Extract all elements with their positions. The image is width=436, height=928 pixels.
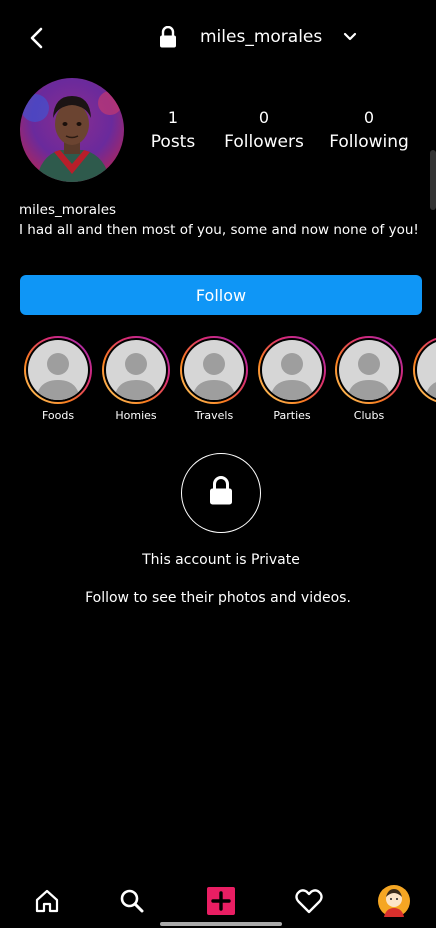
private-account-title: This account is Private — [142, 552, 300, 568]
highlight-homies[interactable]: Homies — [102, 336, 170, 422]
chevron-down-icon[interactable] — [342, 29, 358, 45]
following-label: Following — [329, 132, 409, 152]
highlight-label: Homies — [115, 409, 157, 422]
profile-header: miles_morales — [0, 18, 436, 58]
story-highlights: Foods Homies Travels Parties Clubs — [24, 336, 436, 426]
highlight-ring — [24, 336, 92, 404]
highlight-travels[interactable]: Travels — [180, 336, 248, 422]
followers-stat[interactable]: 0 Followers — [222, 108, 306, 154]
default-avatar-icon — [106, 340, 166, 400]
followers-label: Followers — [224, 132, 304, 152]
highlight-foods[interactable]: Foods — [24, 336, 92, 422]
default-avatar-icon — [28, 340, 88, 400]
highlight-label: Foods — [41, 409, 75, 422]
heart-icon[interactable] — [294, 886, 324, 916]
back-arrow-icon[interactable] — [22, 24, 50, 52]
follow-button[interactable]: Follow — [20, 275, 422, 315]
highlight-partial[interactable] — [413, 336, 436, 404]
posts-count: 1 — [167, 108, 179, 127]
highlight-ring — [413, 336, 436, 404]
posts-stat[interactable]: 1 Posts — [146, 108, 200, 154]
highlight-ring — [180, 336, 248, 404]
add-post-icon[interactable] — [206, 886, 236, 916]
private-lock-circle — [181, 453, 261, 533]
lock-icon — [158, 25, 178, 48]
highlight-clubs[interactable]: Clubs — [335, 336, 403, 422]
bottom-navigation — [0, 878, 436, 928]
highlight-label: Parties — [273, 409, 311, 422]
following-count: 0 — [363, 108, 375, 127]
lock-icon — [208, 476, 234, 510]
username-switcher[interactable]: miles_morales — [158, 25, 358, 48]
highlight-ring — [335, 336, 403, 404]
default-avatar-icon — [262, 340, 322, 400]
profile-avatar-icon[interactable] — [378, 885, 410, 917]
header-username: miles_morales — [200, 27, 323, 47]
bio-text: I had all and then most of you, some and… — [19, 222, 419, 238]
bio-name: miles_morales — [19, 202, 117, 218]
profile-avatar[interactable] — [20, 78, 124, 182]
default-avatar-icon — [184, 340, 244, 400]
highlight-ring — [258, 336, 326, 404]
default-avatar-icon — [417, 340, 436, 400]
highlight-parties[interactable]: Parties — [258, 336, 326, 422]
highlight-ring — [102, 336, 170, 404]
followers-count: 0 — [258, 108, 270, 127]
scroll-indicator — [430, 150, 436, 210]
gesture-home-bar[interactable] — [160, 922, 282, 926]
posts-label: Posts — [150, 132, 196, 152]
default-avatar-icon — [339, 340, 399, 400]
highlight-label: Clubs — [353, 409, 385, 422]
following-stat[interactable]: 0 Following — [327, 108, 411, 154]
home-icon[interactable] — [32, 886, 62, 916]
private-account-subtitle: Follow to see their photos and videos. — [85, 590, 351, 606]
search-icon[interactable] — [117, 886, 147, 916]
highlight-label: Travels — [194, 409, 234, 422]
